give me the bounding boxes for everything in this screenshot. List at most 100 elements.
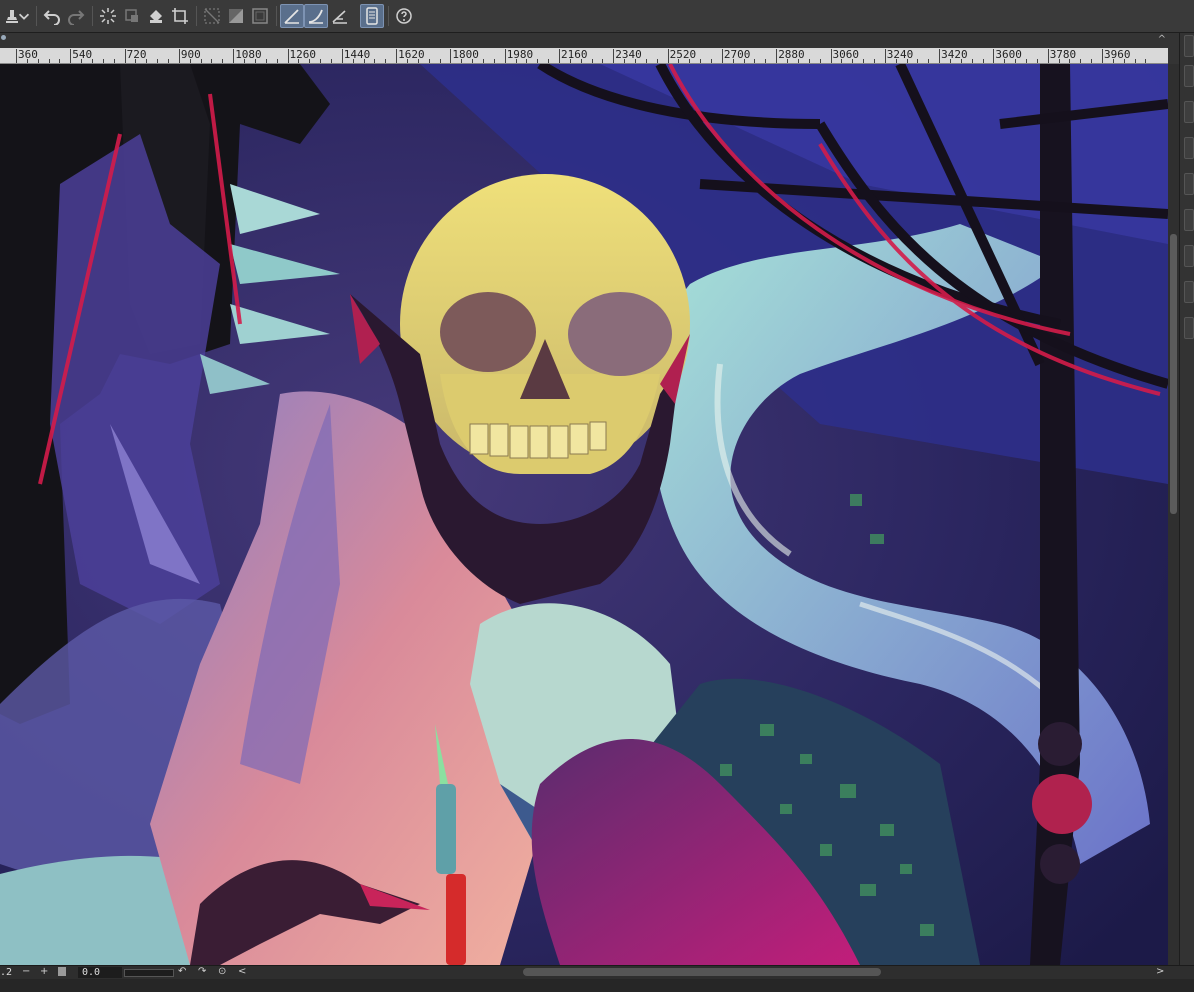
ruler-minor-tick [1058,59,1060,63]
tablet-icon[interactable] [360,4,384,28]
ruler-minor-tick [863,59,865,63]
ruler-major-tick [1102,49,1103,63]
zoom-in-button[interactable]: + [40,966,48,977]
fit-view-icon[interactable] [58,967,66,976]
ruler-minor-tick [580,59,582,63]
eraser-icon[interactable] [120,4,144,28]
ruler-major-tick [450,49,452,63]
ruler-minor-tick [591,59,593,63]
ruler-major-tick [1047,49,1049,63]
ruler-minor-tick [906,59,908,63]
panel-toggle-icon[interactable] [1184,281,1194,303]
panel-toggle-icon[interactable] [1184,245,1194,267]
panel-toggle-icon[interactable] [1184,317,1194,339]
ruler-minor-tick [700,59,702,63]
ruler-minor-tick [363,59,365,63]
pen-grip [436,784,456,874]
panel-toggle-icon[interactable] [1184,101,1194,123]
ruler-minor-tick [428,59,430,63]
redo-icon[interactable] [64,4,88,28]
bucket-icon[interactable] [144,4,168,28]
ruler-minor-tick [537,59,539,63]
panel-toggle-icon[interactable] [1184,209,1194,231]
selection-hide-icon[interactable] [200,4,224,28]
rotate-left-icon[interactable]: ↶ [178,966,186,977]
ruler-label: 2340 [615,48,642,61]
ruler-label: 1980 [506,48,534,61]
ruler-minor-tick [265,59,267,63]
selection-invert-icon[interactable] [224,4,248,28]
ruler-label: 2880 [778,48,805,61]
ruler-minor-tick [602,59,604,63]
ruler-major-tick [70,49,72,63]
ruler-minor-tick [493,59,495,63]
rotation-angle-field[interactable]: 0.0 [78,967,122,978]
rotate-right-icon[interactable]: ↷ [198,966,206,977]
chevron-down-icon[interactable] [16,4,32,28]
spinner-icon[interactable] [96,4,120,28]
panel-toggle-icon[interactable] [1184,35,1194,57]
vertical-scrollbar[interactable] [1168,64,1179,965]
ruler-minor-tick [168,59,170,63]
ruler-label: 3960 [1104,48,1131,61]
special-ruler-snap-icon[interactable] [304,4,328,28]
ruler-minor-tick [797,59,799,63]
scroll-up-icon[interactable]: ^ [1158,34,1166,45]
ruler-minor-tick [841,59,843,63]
ruler-minor-tick [852,59,854,63]
canvas[interactable] [0,64,1168,965]
column-knob-red [1032,774,1092,834]
ruler-minor-tick [482,59,484,63]
help-icon[interactable] [392,4,416,28]
ruler-minor-tick [873,59,875,63]
scroll-right-icon[interactable]: > [1156,966,1164,977]
zoom-out-button[interactable]: − [22,966,30,977]
ruler-major-tick [16,49,17,63]
zoom-value[interactable]: .2 [0,967,12,978]
ruler-minor-tick [960,59,962,63]
ruler-minor-tick [330,59,332,63]
ruler-minor-tick [754,59,756,63]
ruler-minor-tick [92,59,94,63]
undo-icon[interactable] [40,4,64,28]
ruler-minor-tick [222,59,224,63]
ruler-label: 720 [126,48,147,61]
ruler-minor-tick [1112,59,1114,63]
vertical-scroll-thumb[interactable] [1170,234,1177,514]
horizontal-scroll-thumb[interactable] [523,968,881,976]
ruler-minor-tick [113,59,115,63]
eye-socket-right [568,292,672,376]
ruler-minor-tick [819,59,821,63]
panel-toggle-icon[interactable] [1184,137,1194,159]
eye-socket-left [440,292,536,372]
reset-rotation-icon[interactable]: ⊙ [218,966,226,977]
toolbar-divider [276,6,277,26]
ruler-label: 360 [18,48,38,61]
status-bar: .2 − + 0.0 ↶ ↷ ⊙ < > [0,965,1194,980]
ruler-minor-tick [711,59,713,63]
ruler-minor-tick [548,59,550,63]
grid-snap-icon[interactable] [328,4,352,28]
artwork [0,64,1168,965]
ruler-snap-icon[interactable] [280,4,304,28]
ruler-minor-tick [1145,59,1147,63]
ruler-label: 3600 [995,48,1022,61]
ruler-area: 360 540 720 900 1080 1260 1440 1620 1800 1980 2160… [0,33,1194,64]
ruler-major-tick [287,49,289,63]
panel-toggle-icon[interactable] [1184,173,1194,195]
selection-border-icon[interactable] [248,4,272,28]
rotation-slider[interactable] [124,969,174,977]
ruler-minor-tick [254,59,256,63]
ruler-minor-tick [298,59,300,63]
ruler-corner-icon[interactable] [0,34,8,42]
ruler-minor-tick [1069,59,1071,63]
ruler-minor-tick [1025,59,1027,63]
ruler-label: 2160 [561,48,588,61]
scroll-left-icon[interactable]: < [238,966,246,977]
ruler-major-tick [341,49,343,63]
ruler-minor-tick [515,59,517,63]
ruler-minor-tick [1015,59,1017,63]
crop-icon[interactable] [168,4,192,28]
ruler-minor-tick [81,59,83,63]
panel-toggle-icon[interactable] [1184,65,1194,87]
